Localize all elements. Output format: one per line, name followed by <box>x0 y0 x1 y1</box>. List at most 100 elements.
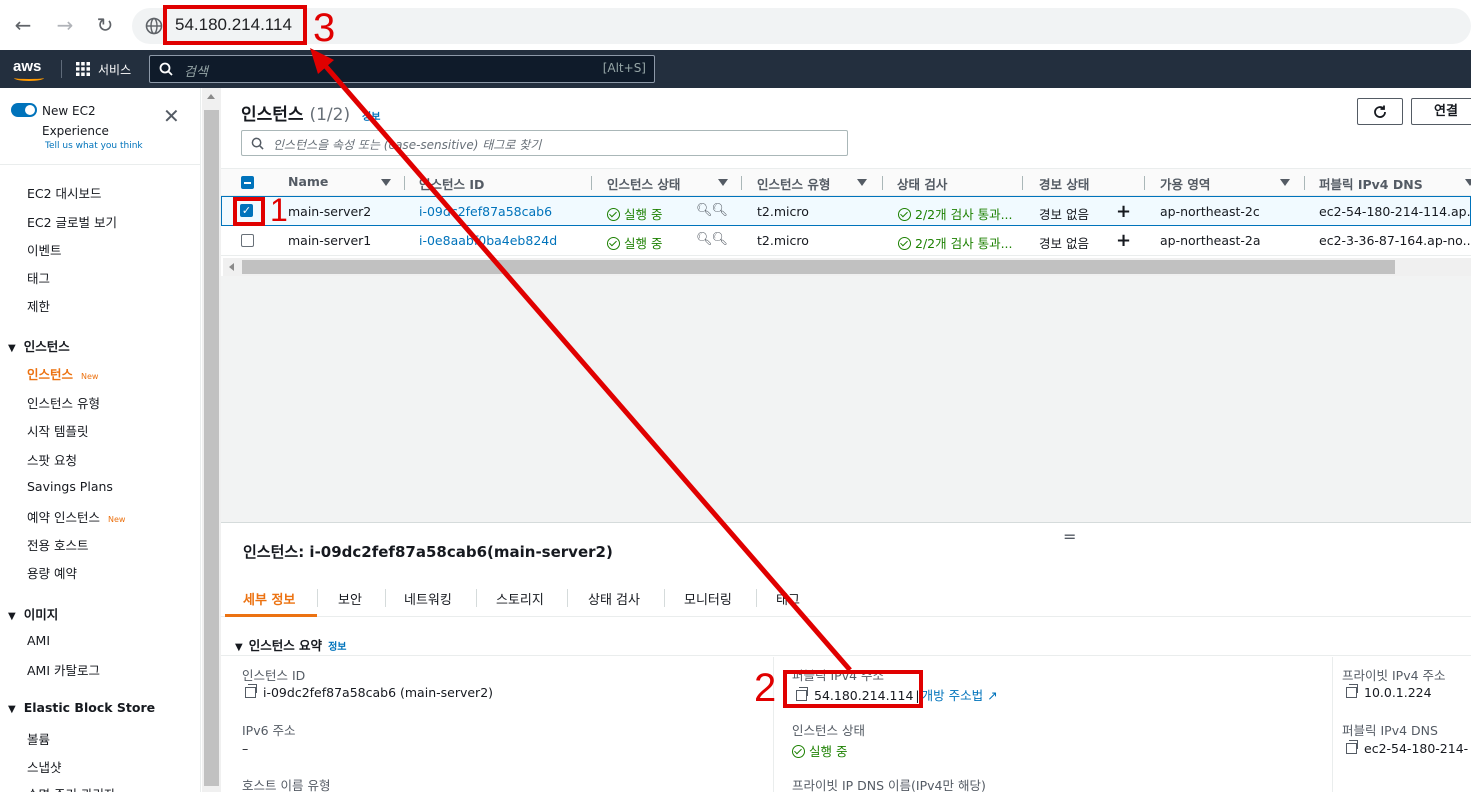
scroll-left-arrow[interactable] <box>229 263 234 271</box>
globe-icon[interactable] <box>144 16 164 36</box>
copy-icon[interactable] <box>1346 684 1358 698</box>
services-menu[interactable]: 서비스 <box>98 61 131 78</box>
copy-icon[interactable] <box>245 684 257 698</box>
url-text[interactable]: 54.180.214.114 <box>175 15 292 35</box>
open-address-link[interactable]: 개방 주소법 <box>922 688 983 703</box>
sidebar-item-savings-plans[interactable]: Savings Plans <box>27 479 113 494</box>
sidebar-item-events[interactable]: 이벤트 <box>27 240 62 259</box>
sidebar-item-limits[interactable]: 제한 <box>27 296 50 315</box>
sidebar-item-launch-templates[interactable]: 시작 템플릿 <box>27 421 88 440</box>
new-experience-toggle[interactable] <box>11 103 37 117</box>
page-title-text: 인스턴스 <box>241 105 304 125</box>
scrollbar-thumb[interactable] <box>204 110 219 786</box>
sidebar-item-tags[interactable]: 태그 <box>27 268 50 287</box>
reload-button[interactable]: ↻ <box>92 12 118 38</box>
services-grid-icon[interactable] <box>76 62 90 76</box>
table-row[interactable]: main-server1 i-0e8aabf0ba4eb824d 실행 중 🔍︎… <box>221 226 1471 256</box>
sort-icon[interactable] <box>1280 179 1290 186</box>
annotation-box-public-ip <box>783 670 923 708</box>
sidebar-item-ami[interactable]: AMI <box>27 633 50 648</box>
aws-logo[interactable]: aws <box>13 58 41 75</box>
column-header-alarm-status[interactable]: 경보 상태 <box>1039 174 1089 193</box>
column-divider[interactable] <box>1022 176 1023 190</box>
sidebar-section-label: Elastic Block Store <box>23 700 156 715</box>
column-header-instance-state[interactable]: 인스턴스 상태 <box>607 174 680 193</box>
tab-security[interactable]: 보안 <box>338 589 362 608</box>
tab-status-checks[interactable]: 상태 검사 <box>588 589 640 608</box>
new-ec2-line2: Experience <box>42 124 109 138</box>
column-divider[interactable] <box>741 176 742 190</box>
annotation-number-3: 3 <box>313 6 336 50</box>
public-dns: ec2-3-36-87-164.ap-no... <box>1319 233 1471 248</box>
zoom-icons[interactable]: 🔍︎🔍︎ <box>696 203 728 218</box>
table-horizontal-scrollbar[interactable] <box>223 258 1471 276</box>
sidebar-item-ami-catalog[interactable]: AMI 카탈로그 <box>27 660 100 679</box>
connect-button[interactable]: 연결 <box>1411 98 1471 125</box>
sort-icon[interactable] <box>1465 179 1471 186</box>
column-header-instance-type[interactable]: 인스턴스 유형 <box>757 174 830 193</box>
column-divider[interactable] <box>882 176 883 190</box>
tab-networking[interactable]: 네트워킹 <box>404 589 452 608</box>
sort-icon[interactable] <box>857 179 867 186</box>
sidebar-scrollbar[interactable] <box>202 88 221 792</box>
back-button[interactable]: ← <box>10 12 36 38</box>
column-divider[interactable] <box>1304 176 1305 190</box>
sidebar-section-ebs[interactable]: ▼ Elastic Block Store <box>8 700 155 715</box>
sidebar-section-images[interactable]: ▼ 이미지 <box>8 604 58 623</box>
tab-monitoring[interactable]: 모니터링 <box>684 589 732 608</box>
sidebar-item-capacity-reservations[interactable]: 용량 예약 <box>27 563 77 582</box>
add-alarm-icon[interactable]: + <box>1116 201 1131 222</box>
select-all-checkbox[interactable] <box>241 176 254 189</box>
tab-divider <box>385 589 386 607</box>
sidebar-item-lifecycle-manager[interactable]: 수명 주기 관리자 <box>27 784 115 792</box>
refresh-button[interactable] <box>1357 98 1403 125</box>
scroll-up-arrow[interactable] <box>207 94 215 99</box>
column-divider[interactable] <box>591 176 592 190</box>
feedback-link[interactable]: Tell us what you think <box>45 141 143 151</box>
sidebar-item-instances[interactable]: 인스턴스 New <box>27 364 98 383</box>
caret-down-icon: ▼ <box>8 611 16 622</box>
forward-button[interactable]: → <box>52 12 78 38</box>
sort-icon[interactable] <box>381 179 391 186</box>
tab-storage[interactable]: 스토리지 <box>496 589 544 608</box>
zoom-icons[interactable]: 🔍︎🔍︎ <box>696 232 728 247</box>
sidebar-item-volumes[interactable]: 볼륨 <box>27 729 50 748</box>
info-link[interactable]: 정보 <box>362 112 380 123</box>
column-divider[interactable] <box>1144 176 1145 190</box>
sidebar-item-ec2-global-view[interactable]: EC2 글로벌 보기 <box>27 212 117 231</box>
close-icon[interactable]: ✕ <box>163 104 180 128</box>
column-divider <box>1332 657 1333 792</box>
external-link-icon[interactable]: ↗ <box>987 688 997 703</box>
success-icon <box>792 745 805 758</box>
sidebar-item-reserved-instances[interactable]: 예약 인스턴스 New <box>27 507 125 526</box>
sidebar-item-dedicated-hosts[interactable]: 전용 호스트 <box>27 535 88 554</box>
aws-search-input[interactable]: 검색 [Alt+S] <box>149 55 655 83</box>
row-checkbox[interactable] <box>241 234 254 247</box>
instance-summary-header[interactable]: ▼ 인스턴스 요약 정보 <box>235 635 346 654</box>
instance-filter-input[interactable]: 인스턴스을 속성 또는 (case-sensitive) 태그로 찾기 <box>241 130 848 156</box>
column-header-status-check[interactable]: 상태 검사 <box>897 174 947 193</box>
sidebar-item-ec2-dashboard[interactable]: EC2 대시보드 <box>27 183 102 202</box>
table-row[interactable]: ✓ main-server2 i-09dc2fef87a58cab6 실행 중 … <box>221 196 1471 226</box>
info-link[interactable]: 정보 <box>328 642 346 653</box>
status-check-text: 2/2개 검사 통과... <box>915 236 1013 251</box>
column-header-availability-zone[interactable]: 가용 영역 <box>1160 174 1210 193</box>
sidebar-item-snapshots[interactable]: 스냅샷 <box>27 757 62 776</box>
instance-id-link[interactable]: i-09dc2fef87a58cab6 <box>419 204 552 219</box>
instance-id-link[interactable]: i-0e8aabf0ba4eb824d <box>419 233 557 248</box>
sidebar-item-spot-requests[interactable]: 스팟 요청 <box>27 450 77 469</box>
tab-tags[interactable]: 태그 <box>776 589 800 608</box>
tab-details[interactable]: 세부 정보 <box>243 589 295 608</box>
sidebar-section-instances[interactable]: ▼ 인스턴스 <box>8 336 70 355</box>
column-divider[interactable] <box>404 176 405 190</box>
column-header-instance-id[interactable]: 인스턴스 ID <box>419 174 484 193</box>
scrollbar-thumb[interactable] <box>242 260 1395 274</box>
column-header-public-dns[interactable]: 퍼블릭 IPv4 DNS <box>1319 174 1423 193</box>
sort-icon[interactable] <box>718 179 728 186</box>
copy-icon[interactable] <box>1346 740 1358 754</box>
tab-divider <box>756 589 757 607</box>
resize-handle-icon[interactable]: = <box>1063 527 1076 546</box>
column-header-name[interactable]: Name <box>288 174 328 189</box>
add-alarm-icon[interactable]: + <box>1116 230 1131 251</box>
sidebar-item-instance-types[interactable]: 인스턴스 유형 <box>27 393 100 412</box>
